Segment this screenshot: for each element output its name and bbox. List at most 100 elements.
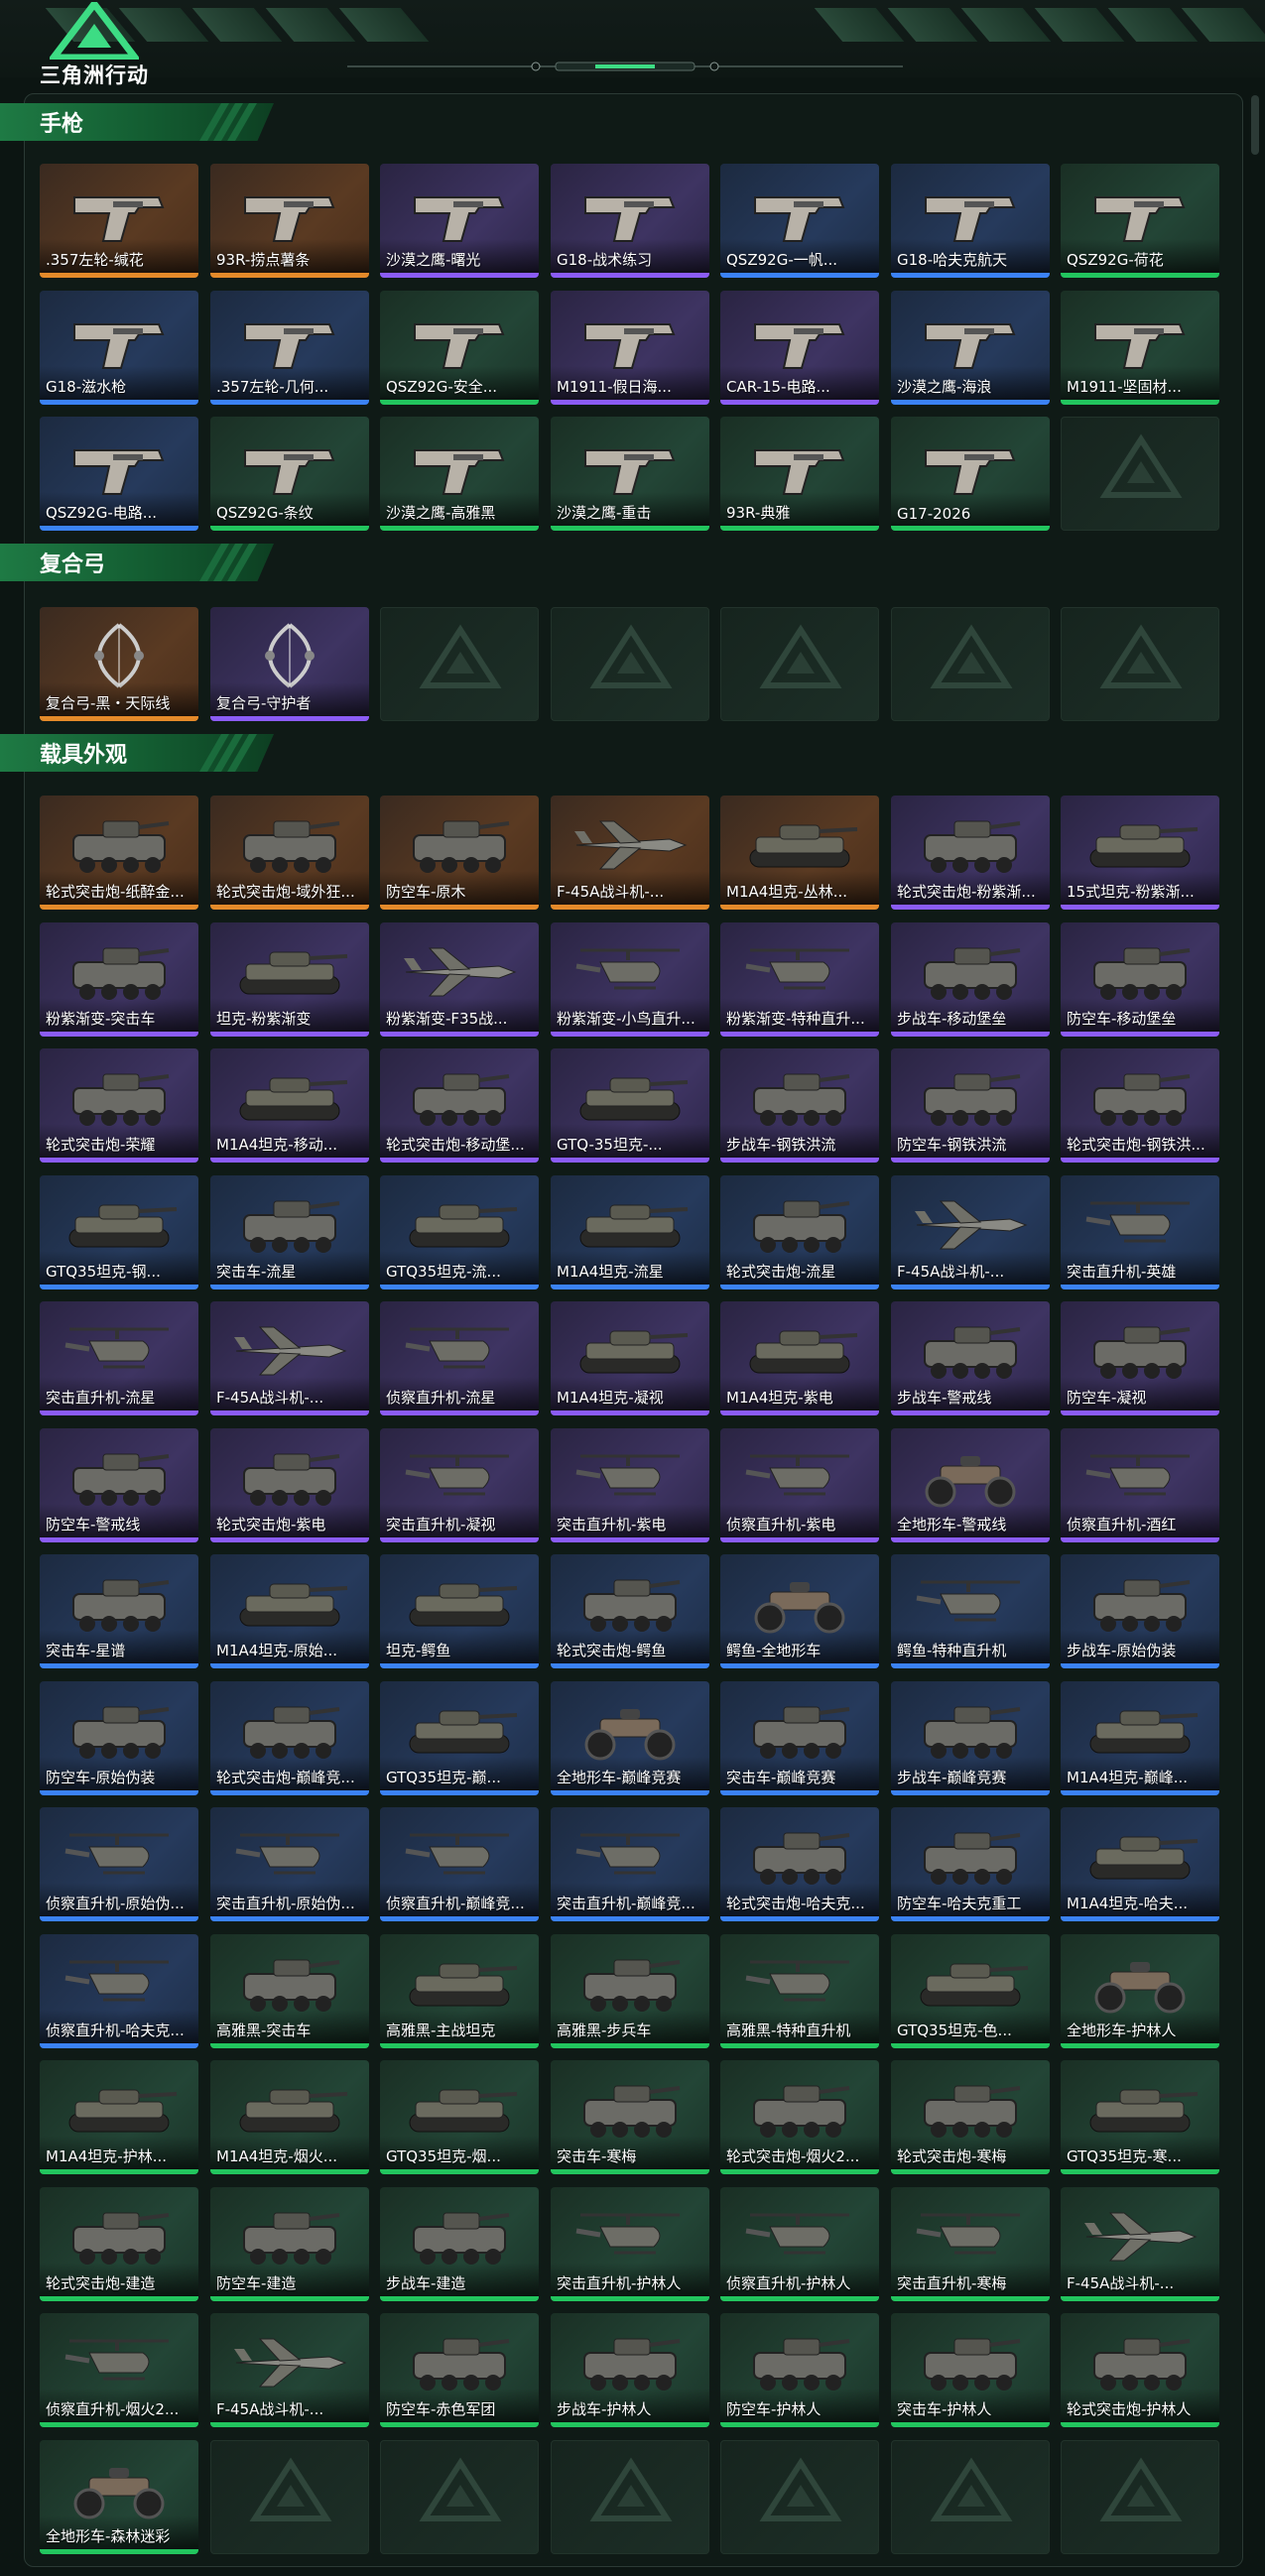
- skin-card[interactable]: 轮式突击炮-移动堡...: [380, 1048, 539, 1163]
- skin-card[interactable]: 步战车-钢铁洪流: [720, 1048, 879, 1163]
- skin-card[interactable]: 轮式突击炮-钢铁洪...: [1061, 1048, 1219, 1163]
- skin-card[interactable]: .357左轮-缄花: [40, 164, 198, 278]
- skin-card[interactable]: 侦察直升机-护林人: [720, 2187, 879, 2301]
- skin-card[interactable]: 防空车-钢铁洪流: [891, 1048, 1050, 1163]
- skin-card[interactable]: 防空车-原木: [380, 796, 539, 910]
- skin-card[interactable]: M1A4坦克-护林...: [40, 2060, 198, 2174]
- skin-card[interactable]: 粉紫渐变-F35战...: [380, 922, 539, 1037]
- skin-card[interactable]: 突击直升机-紫电: [551, 1428, 709, 1542]
- skin-card[interactable]: 防空车-凝视: [1061, 1301, 1219, 1415]
- skin-card[interactable]: 轮式突击炮-哈夫克...: [720, 1807, 879, 1921]
- skin-card[interactable]: 突击直升机-原始伪...: [210, 1807, 369, 1921]
- skin-card[interactable]: QSZ92G-电路...: [40, 417, 198, 531]
- skin-card[interactable]: G18-滋水枪: [40, 291, 198, 405]
- skin-card[interactable]: 步战车-警戒线: [891, 1301, 1050, 1415]
- skin-card[interactable]: 突击车-寒梅: [551, 2060, 709, 2174]
- skin-card[interactable]: 坦克-粉紫渐变: [210, 922, 369, 1037]
- skin-card[interactable]: 步战车-建造: [380, 2187, 539, 2301]
- skin-card[interactable]: 粉紫渐变-特种直升...: [720, 922, 879, 1037]
- skin-card[interactable]: GTQ35坦克-巅...: [380, 1681, 539, 1795]
- skin-card[interactable]: 突击直升机-巅峰竞...: [551, 1807, 709, 1921]
- skin-card[interactable]: 轮式突击炮-巅峰竞...: [210, 1681, 369, 1795]
- skin-card[interactable]: G17-2026: [891, 417, 1050, 531]
- skin-card[interactable]: 复合弓-守护者: [210, 607, 369, 721]
- skin-card[interactable]: 高雅黑-突击车: [210, 1934, 369, 2048]
- skin-card[interactable]: QSZ92G-条纹: [210, 417, 369, 531]
- skin-card[interactable]: 93R-典雅: [720, 417, 879, 531]
- skin-card[interactable]: 防空车-护林人: [720, 2313, 879, 2427]
- skin-card[interactable]: 突击直升机-护林人: [551, 2187, 709, 2301]
- skin-card[interactable]: F-45A战斗机-...: [210, 1301, 369, 1415]
- skin-card[interactable]: 侦察直升机-烟火2...: [40, 2313, 198, 2427]
- skin-card[interactable]: M1A4坦克-凝视: [551, 1301, 709, 1415]
- skin-card[interactable]: 侦察直升机-流星: [380, 1301, 539, 1415]
- skin-card[interactable]: 粉紫渐变-突击车: [40, 922, 198, 1037]
- skin-card[interactable]: 突击车-星谱: [40, 1554, 198, 1668]
- skin-card[interactable]: 防空车-建造: [210, 2187, 369, 2301]
- skin-card[interactable]: 步战车-护林人: [551, 2313, 709, 2427]
- skin-card[interactable]: 侦察直升机-原始伪...: [40, 1807, 198, 1921]
- scrollbar-thumb[interactable]: [1251, 95, 1259, 155]
- skin-card[interactable]: .357左轮-几何...: [210, 291, 369, 405]
- skin-card[interactable]: 全地形车-警戒线: [891, 1428, 1050, 1542]
- skin-card[interactable]: 侦察直升机-巅峰竞...: [380, 1807, 539, 1921]
- skin-card[interactable]: 高雅黑-主战坦克: [380, 1934, 539, 2048]
- skin-card[interactable]: G18-战术练习: [551, 164, 709, 278]
- skin-card[interactable]: 93R-捞点薯条: [210, 164, 369, 278]
- skin-card[interactable]: M1A4坦克-移动...: [210, 1048, 369, 1163]
- skin-card[interactable]: GTQ35坦克-钢...: [40, 1175, 198, 1289]
- skin-card[interactable]: 侦察直升机-哈夫克...: [40, 1934, 198, 2048]
- skin-card[interactable]: GTQ35坦克-色...: [891, 1934, 1050, 2048]
- skin-card[interactable]: 突击直升机-寒梅: [891, 2187, 1050, 2301]
- skin-card[interactable]: 防空车-移动堡垒: [1061, 922, 1219, 1037]
- skin-card[interactable]: 步战车-巅峰竞赛: [891, 1681, 1050, 1795]
- skin-card[interactable]: QSZ92G-荷花: [1061, 164, 1219, 278]
- skin-card[interactable]: GTQ35坦克-寒...: [1061, 2060, 1219, 2174]
- skin-card[interactable]: 突击车-巅峰竞赛: [720, 1681, 879, 1795]
- skin-card[interactable]: 突击直升机-凝视: [380, 1428, 539, 1542]
- skin-card[interactable]: M1A4坦克-原始...: [210, 1554, 369, 1668]
- skin-card[interactable]: 侦察直升机-紫电: [720, 1428, 879, 1542]
- skin-card[interactable]: 轮式突击炮-鳄鱼: [551, 1554, 709, 1668]
- skin-card[interactable]: 坦克-鳄鱼: [380, 1554, 539, 1668]
- skin-card[interactable]: M1A4坦克-紫电: [720, 1301, 879, 1415]
- skin-card[interactable]: 侦察直升机-酒红: [1061, 1428, 1219, 1542]
- skin-card[interactable]: 防空车-哈夫克重工: [891, 1807, 1050, 1921]
- skin-card[interactable]: GTQ35坦克-流...: [380, 1175, 539, 1289]
- skin-card[interactable]: GTQ-35坦克-...: [551, 1048, 709, 1163]
- skin-card[interactable]: F-45A战斗机-...: [551, 796, 709, 910]
- skin-card[interactable]: 全地形车-森林迷彩: [40, 2440, 198, 2554]
- skin-card[interactable]: 轮式突击炮-粉紫渐...: [891, 796, 1050, 910]
- skin-card[interactable]: 沙漠之鹰-曙光: [380, 164, 539, 278]
- skin-card[interactable]: GTQ35坦克-烟...: [380, 2060, 539, 2174]
- skin-card[interactable]: 轮式突击炮-建造: [40, 2187, 198, 2301]
- skin-card[interactable]: 防空车-原始伪装: [40, 1681, 198, 1795]
- skin-card[interactable]: 突击直升机-流星: [40, 1301, 198, 1415]
- skin-card[interactable]: 轮式突击炮-荣耀: [40, 1048, 198, 1163]
- skin-card[interactable]: 粉紫渐变-小鸟直升...: [551, 922, 709, 1037]
- skin-card[interactable]: 防空车-赤色军团: [380, 2313, 539, 2427]
- skin-card[interactable]: 步战车-移动堡垒: [891, 922, 1050, 1037]
- skin-card[interactable]: 高雅黑-特种直升机: [720, 1934, 879, 2048]
- skin-card[interactable]: F-45A战斗机-...: [1061, 2187, 1219, 2301]
- skin-card[interactable]: 轮式突击炮-纸醉金...: [40, 796, 198, 910]
- skin-card[interactable]: M1A4坦克-丛林...: [720, 796, 879, 910]
- skin-card[interactable]: CAR-15-电路...: [720, 291, 879, 405]
- skin-card[interactable]: M1911-坚固材...: [1061, 291, 1219, 405]
- skin-card[interactable]: G18-哈夫克航天: [891, 164, 1050, 278]
- skin-card[interactable]: 突击车-流星: [210, 1175, 369, 1289]
- skin-card[interactable]: 轮式突击炮-烟火2...: [720, 2060, 879, 2174]
- skin-card[interactable]: 复合弓-黑・天际线: [40, 607, 198, 721]
- skin-card[interactable]: 沙漠之鹰-海浪: [891, 291, 1050, 405]
- skin-card[interactable]: 轮式突击炮-寒梅: [891, 2060, 1050, 2174]
- skin-card[interactable]: 突击直升机-英雄: [1061, 1175, 1219, 1289]
- skin-card[interactable]: 15式坦克-粉紫渐...: [1061, 796, 1219, 910]
- skin-card[interactable]: 轮式突击炮-域外狂...: [210, 796, 369, 910]
- skin-card[interactable]: 沙漠之鹰-重击: [551, 417, 709, 531]
- skin-card[interactable]: M1A4坦克-流星: [551, 1175, 709, 1289]
- skin-card[interactable]: M1A4坦克-哈夫...: [1061, 1807, 1219, 1921]
- skin-card[interactable]: 轮式突击炮-护林人: [1061, 2313, 1219, 2427]
- skin-card[interactable]: 鳄鱼-全地形车: [720, 1554, 879, 1668]
- skin-card[interactable]: 全地形车-护林人: [1061, 1934, 1219, 2048]
- skin-card[interactable]: F-45A战斗机-...: [891, 1175, 1050, 1289]
